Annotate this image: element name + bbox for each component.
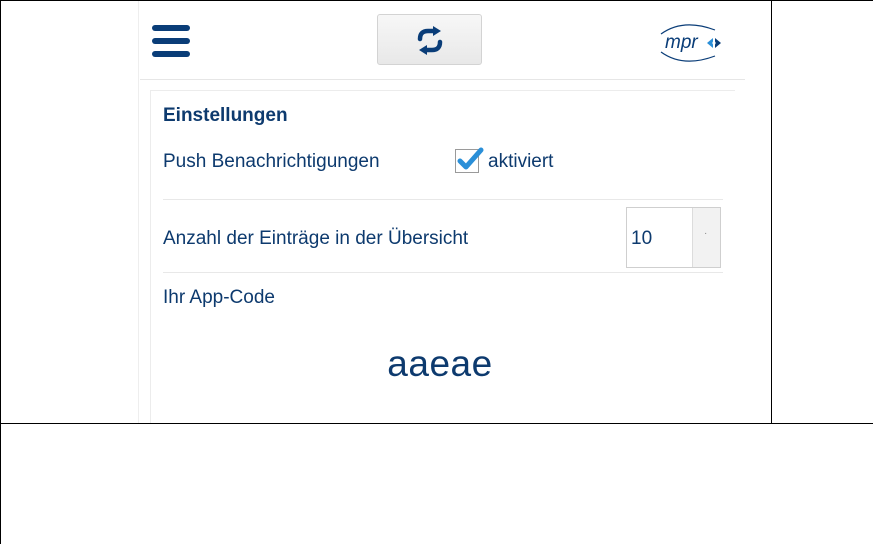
checkmark-icon xyxy=(457,147,484,170)
entries-count-value: 10 xyxy=(631,228,653,249)
refresh-button[interactable] xyxy=(377,14,482,65)
push-notifications-checkbox[interactable] xyxy=(455,147,484,173)
menu-button[interactable] xyxy=(150,22,190,62)
select-arrow-area: · xyxy=(692,208,720,267)
frame-row-border xyxy=(0,423,873,424)
refresh-icon xyxy=(417,26,443,55)
frame-column-border xyxy=(771,0,772,424)
app-code-label: Ihr App-Code xyxy=(163,287,275,308)
hamburger-menu-icon-bar xyxy=(152,51,190,57)
logo-text: mpr xyxy=(665,32,698,53)
frame-left-border xyxy=(0,0,1,544)
hamburger-menu-icon xyxy=(152,25,190,31)
header-divider xyxy=(140,79,745,80)
push-notifications-status: aktiviert xyxy=(488,151,554,172)
push-notifications-label: Push Benachrichtigungen xyxy=(163,151,380,172)
row-divider xyxy=(163,199,723,200)
hamburger-menu-icon-bar xyxy=(152,38,190,44)
row-divider xyxy=(163,272,723,273)
app-code-value: aaeae xyxy=(387,343,493,384)
entries-count-select[interactable]: 10 · xyxy=(626,207,721,268)
entries-count-label: Anzahl der Einträge in der Übersicht xyxy=(163,228,469,249)
settings-title: Einstellungen xyxy=(163,105,288,126)
chevron-down-icon: · xyxy=(704,228,708,239)
mpr-logo: mpr xyxy=(643,16,743,70)
